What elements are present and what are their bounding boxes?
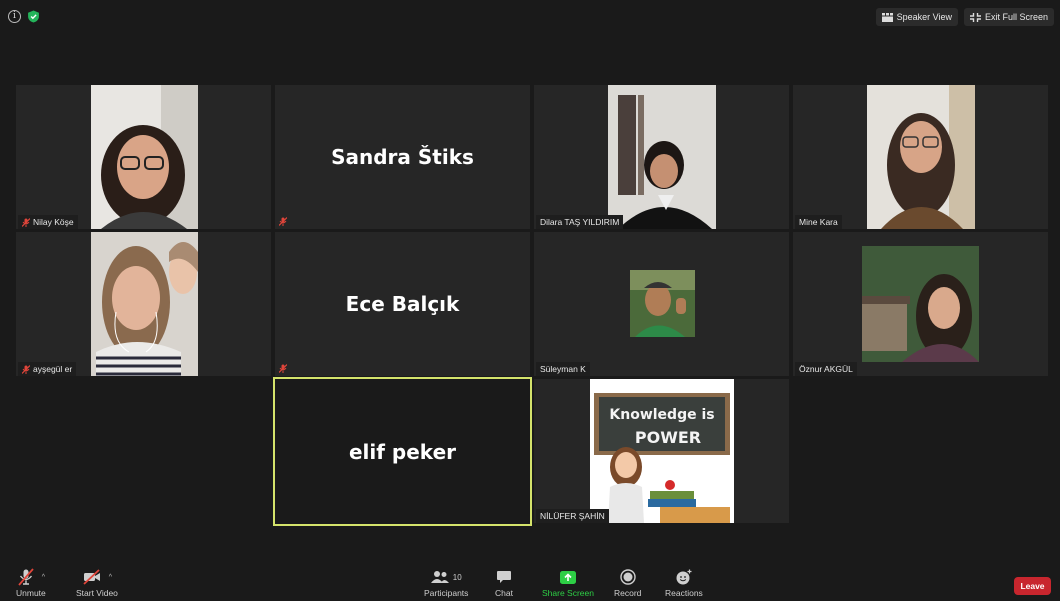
participant-display-name: elif peker bbox=[348, 439, 456, 464]
participant-tile-aysegul[interactable]: ayşegül er bbox=[16, 232, 271, 376]
share-screen-arrow-icon bbox=[559, 570, 576, 584]
participant-tile-elif-active-speaker[interactable]: elif peker bbox=[273, 377, 532, 526]
participant-video bbox=[91, 232, 198, 376]
leave-meeting-button[interactable]: Leave bbox=[1014, 577, 1051, 595]
reactions-smiley-plus-icon bbox=[676, 569, 692, 585]
chat-bubble-icon bbox=[496, 571, 511, 583]
participant-name-tag: Mine Kara bbox=[795, 215, 842, 229]
participant-name-tag: Nilay Köşe bbox=[18, 215, 78, 229]
share-screen-button[interactable]: Share Screen bbox=[542, 568, 594, 598]
meeting-top-bar: i Speaker View Exit Full Screen bbox=[0, 0, 1060, 34]
participant-tile-nilay[interactable]: Nilay Köşe bbox=[16, 85, 271, 229]
participants-icon bbox=[430, 571, 449, 583]
participant-tile-ece[interactable]: Ece Balçık bbox=[275, 232, 530, 376]
exit-full-screen-button[interactable]: Exit Full Screen bbox=[963, 8, 1054, 26]
reactions-button[interactable]: Reactions bbox=[665, 568, 703, 598]
muted-mic-icon bbox=[22, 364, 30, 374]
participants-count: 10 bbox=[452, 572, 462, 582]
exit-full-screen-icon bbox=[969, 12, 981, 22]
encryption-shield-icon[interactable] bbox=[27, 10, 40, 23]
participant-name-tag: Süleyman K bbox=[536, 362, 590, 376]
record-button[interactable]: Record bbox=[614, 568, 641, 598]
record-icon bbox=[620, 569, 636, 585]
participant-video bbox=[867, 85, 975, 229]
participant-video bbox=[862, 246, 979, 362]
meeting-controls-toolbar: ^ Unmute ^ Start Video 10 Participants C… bbox=[0, 565, 1060, 601]
muted-mic-icon bbox=[22, 217, 30, 227]
participant-video bbox=[608, 85, 716, 229]
board-text-line1: Knowledge is bbox=[609, 407, 714, 423]
participant-name-tag: Dilara TAŞ YILDIRIM bbox=[536, 215, 624, 229]
board-text-line2: POWER bbox=[635, 428, 701, 447]
participant-name-tag: NİLÜFER ŞAHİN bbox=[536, 509, 609, 523]
participant-display-name: Ece Balçık bbox=[345, 292, 460, 316]
exit-full-screen-label: Exit Full Screen bbox=[984, 12, 1048, 22]
participant-video bbox=[630, 270, 695, 337]
participant-tile-oznur[interactable]: Öznur AKGÜL bbox=[793, 232, 1048, 376]
video-options-caret-icon[interactable]: ^ bbox=[109, 574, 112, 581]
participant-video bbox=[91, 85, 198, 229]
muted-mic-icon bbox=[279, 217, 287, 226]
speaker-view-button[interactable]: Speaker View bbox=[875, 8, 958, 26]
start-video-button[interactable]: ^ Start Video bbox=[76, 568, 118, 598]
participant-tile-dilara[interactable]: Dilara TAŞ YILDIRIM bbox=[534, 85, 789, 229]
chat-button[interactable]: Chat bbox=[495, 568, 513, 598]
unmute-button[interactable]: ^ Unmute bbox=[16, 568, 46, 598]
participant-tile-mine[interactable]: Mine Kara bbox=[793, 85, 1048, 229]
video-off-camera-icon bbox=[83, 569, 100, 585]
participant-video: Knowledge is POWER bbox=[590, 379, 734, 523]
participant-tile-sandra[interactable]: Sandra Štiks bbox=[275, 85, 530, 229]
participant-name-tag: ayşegül er bbox=[18, 362, 77, 376]
participant-tile-nilufer[interactable]: Knowledge is POWER NİLÜFER ŞAHİN bbox=[534, 379, 789, 523]
speaker-view-icon bbox=[881, 12, 893, 22]
muted-microphone-icon bbox=[18, 568, 34, 586]
participant-name-tag: Öznur AKGÜL bbox=[795, 362, 857, 376]
participants-button[interactable]: 10 Participants bbox=[424, 568, 468, 598]
speaker-view-label: Speaker View bbox=[896, 12, 952, 22]
meeting-info-icon[interactable]: i bbox=[8, 10, 21, 23]
participant-display-name: Sandra Štiks bbox=[331, 145, 474, 169]
muted-mic-icon bbox=[279, 364, 287, 373]
audio-options-caret-icon[interactable]: ^ bbox=[42, 574, 45, 581]
participant-tile-suleyman[interactable]: Süleyman K bbox=[534, 232, 789, 376]
